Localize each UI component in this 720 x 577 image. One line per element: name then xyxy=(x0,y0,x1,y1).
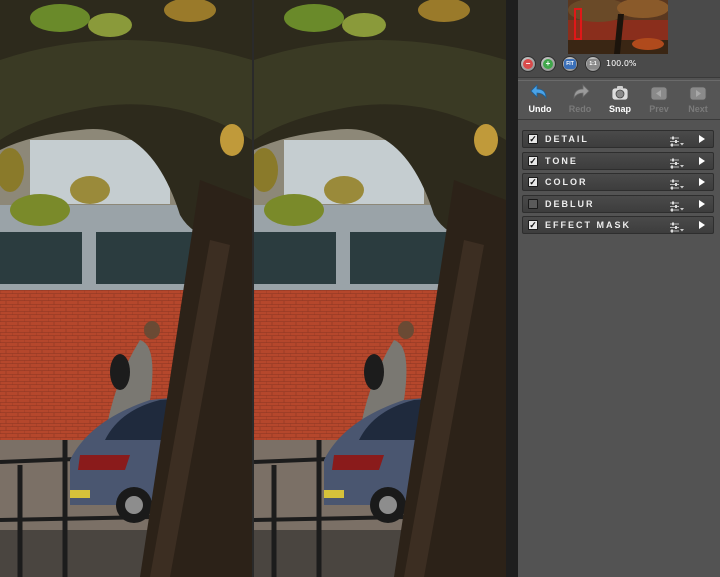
preview-before[interactable] xyxy=(0,0,252,577)
snap-button[interactable]: Snap xyxy=(601,83,639,119)
thumbnail-image xyxy=(568,0,668,54)
section-tone-label: TONE xyxy=(545,155,578,166)
zoom-out-icon: − xyxy=(523,59,533,69)
section-effect-mask-checkbox[interactable]: ✓ xyxy=(528,220,538,230)
sliders-menu-icon[interactable] xyxy=(669,220,685,233)
redo-arrow-icon xyxy=(569,83,591,103)
adjustment-sections: ✓ DETAIL ✓ TONE ✓ COLOR DEBLUR ✓ EFFECT … xyxy=(522,130,714,238)
zoom-level-readout: 100.0% xyxy=(606,59,637,68)
sliders-menu-icon[interactable] xyxy=(669,156,685,168)
sliders-menu-icon[interactable] xyxy=(669,177,685,190)
sliders-menu-icon[interactable] xyxy=(669,134,685,147)
zoom-actual-size-button[interactable]: 1:1 xyxy=(585,56,601,72)
preview-after[interactable] xyxy=(254,0,506,577)
undo-arrow-icon xyxy=(529,83,551,103)
section-color[interactable]: ✓ COLOR xyxy=(522,173,714,191)
zoom-out-button[interactable]: − xyxy=(520,56,536,72)
section-deblur-label: DEBLUR xyxy=(545,198,595,209)
zoom-in-icon: + xyxy=(543,59,553,69)
next-icon xyxy=(687,83,709,103)
zoom-in-button[interactable]: + xyxy=(540,56,556,72)
next-button[interactable]: Next xyxy=(679,83,717,119)
navigator: − + FIT 1:1 100.0% xyxy=(518,0,720,78)
adjustments-panel: − + FIT 1:1 100.0% Undo Redo Snap Prev N… xyxy=(518,0,720,577)
section-effect-mask-label: EFFECT MASK xyxy=(545,220,631,230)
photo-after xyxy=(254,0,506,577)
redo-label: Redo xyxy=(568,104,592,114)
panel-separator xyxy=(506,0,518,577)
expand-arrow-icon[interactable] xyxy=(699,156,705,165)
sliders-menu-icon[interactable] xyxy=(669,199,685,211)
next-label: Next xyxy=(688,104,708,114)
section-color-checkbox[interactable]: ✓ xyxy=(528,177,538,187)
prev-button[interactable]: Prev xyxy=(640,83,678,119)
section-effect-mask[interactable]: ✓ EFFECT MASK xyxy=(522,216,714,234)
zoom-actual-size-icon: 1:1 xyxy=(587,59,599,69)
zoom-controls: − + FIT 1:1 100.0% xyxy=(518,56,720,74)
camera-icon xyxy=(609,83,631,103)
section-detail-label: DETAIL xyxy=(545,134,589,144)
zoom-fit-icon: FIT xyxy=(564,59,576,69)
snap-label: Snap xyxy=(608,104,631,114)
section-tone[interactable]: ✓ TONE xyxy=(522,151,714,170)
undo-label: Undo xyxy=(528,104,552,114)
photo-before xyxy=(0,0,252,577)
section-deblur-checkbox[interactable] xyxy=(528,198,538,209)
navigator-viewport-frame[interactable] xyxy=(574,8,582,40)
expand-arrow-icon[interactable] xyxy=(699,199,705,208)
history-toolbar: Undo Redo Snap Prev Next xyxy=(518,80,720,120)
prev-label: Prev xyxy=(649,104,669,114)
zoom-fit-button[interactable]: FIT xyxy=(562,56,578,72)
prev-icon xyxy=(648,83,670,103)
expand-arrow-icon[interactable] xyxy=(699,221,705,229)
section-detail-checkbox[interactable]: ✓ xyxy=(528,134,538,144)
expand-arrow-icon[interactable] xyxy=(699,178,705,186)
section-tone-checkbox[interactable]: ✓ xyxy=(528,155,538,166)
section-detail[interactable]: ✓ DETAIL xyxy=(522,130,714,148)
section-color-label: COLOR xyxy=(545,177,588,187)
undo-button[interactable]: Undo xyxy=(521,83,559,119)
redo-button[interactable]: Redo xyxy=(561,83,599,119)
expand-arrow-icon[interactable] xyxy=(699,135,705,143)
section-deblur[interactable]: DEBLUR xyxy=(522,194,714,213)
navigator-thumbnail[interactable] xyxy=(568,0,668,54)
